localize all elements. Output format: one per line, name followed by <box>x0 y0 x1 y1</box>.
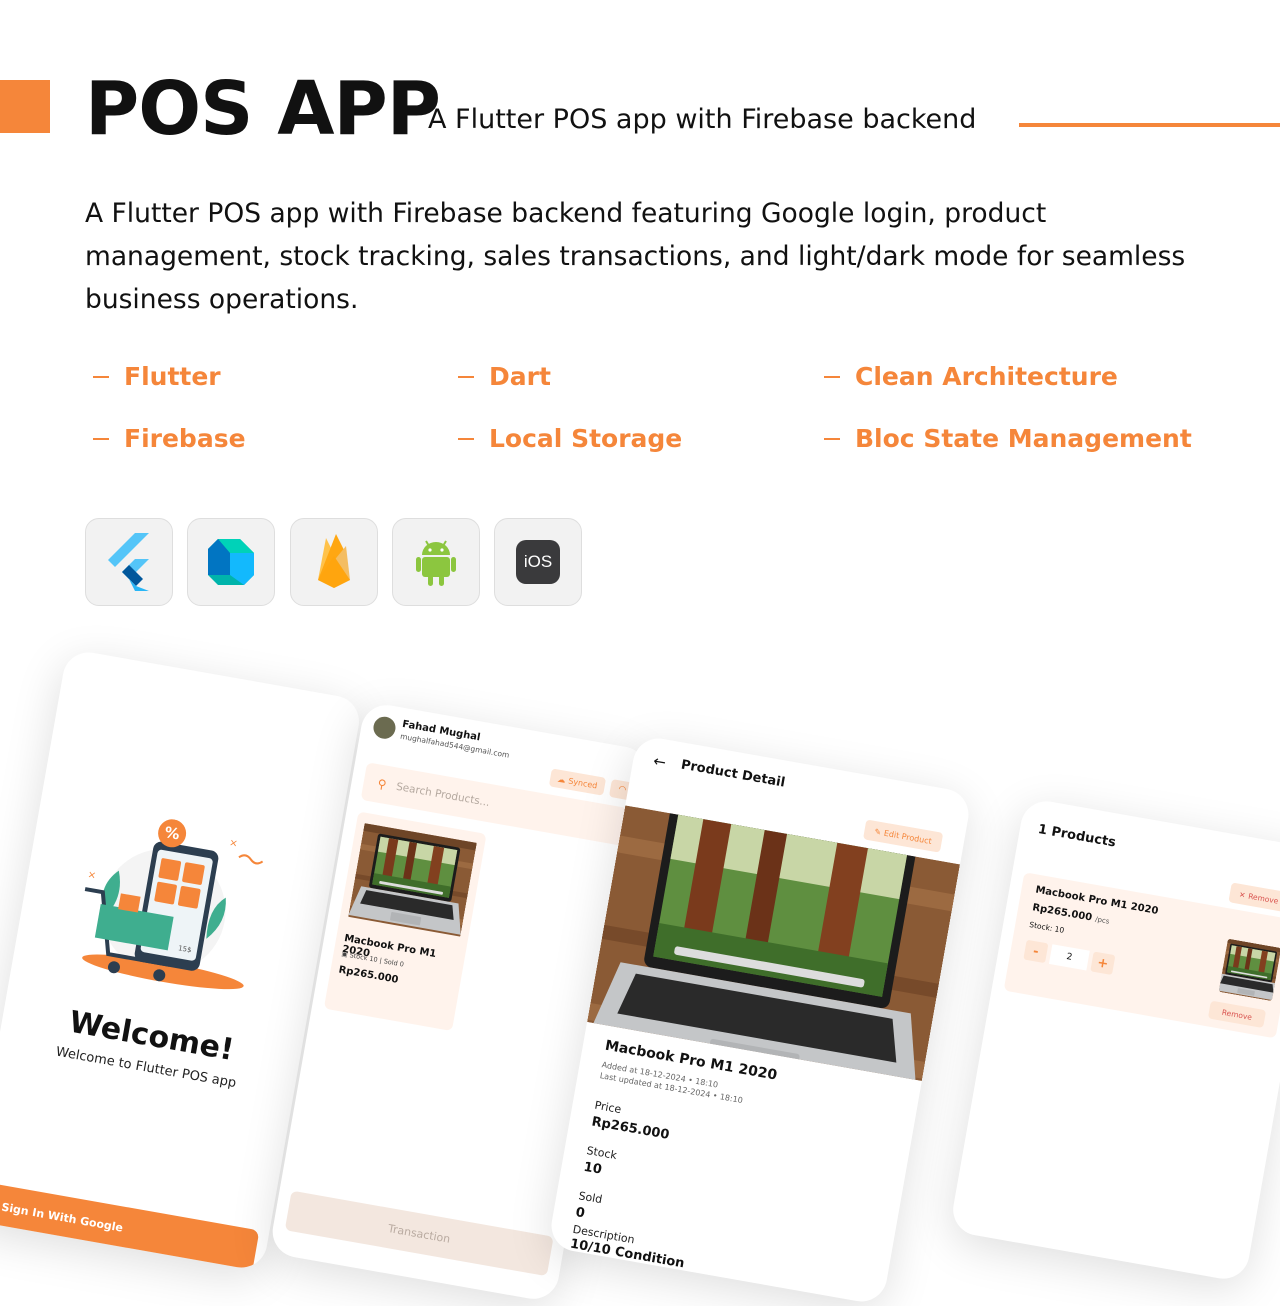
tag-dart: Dart <box>458 362 551 391</box>
cart-item-price-value: Rp265.000 <box>1031 902 1093 924</box>
edit-icon: ✎ <box>873 826 882 837</box>
price-label: Price <box>593 1098 623 1117</box>
sold-label: Sold <box>577 1189 604 1207</box>
percent-badge: % <box>163 823 181 843</box>
decrease-quantity-button[interactable]: - <box>1023 939 1049 964</box>
ios-icon: iOS <box>516 540 560 584</box>
synced-label: Synced <box>567 776 599 790</box>
stock-label: Stock <box>585 1143 618 1163</box>
sign-in-google-button[interactable]: Sign In With Google <box>0 1181 260 1272</box>
tag-bloc-state-management: Bloc State Management <box>824 424 1192 453</box>
dash-icon <box>458 437 474 440</box>
dart-icon <box>208 539 254 585</box>
tag-label: Clean Architecture <box>855 362 1118 391</box>
title-rule <box>1019 123 1280 127</box>
product-price: Rp265.000 <box>337 964 400 986</box>
tag-clean-architecture: Clean Architecture <box>824 362 1118 391</box>
tag-label: Bloc State Management <box>855 424 1192 453</box>
tag-flutter: Flutter <box>93 362 221 391</box>
edit-product-button[interactable]: ✎ Edit Product <box>862 819 944 853</box>
page-description: A Flutter POS app with Firebase backend … <box>85 198 1186 315</box>
tech-ios: iOS <box>494 518 582 606</box>
price-value: Rp265.000 <box>590 1114 671 1143</box>
cart-item-image <box>1219 939 1280 1002</box>
cloud-icon: ☁ <box>556 774 567 785</box>
svg-text:×: × <box>228 837 238 849</box>
tag-label: Local Storage <box>489 424 683 453</box>
tech-dart <box>187 518 275 606</box>
tag-label: Dart <box>489 362 551 391</box>
page-subtitle: A Flutter POS app with Firebase backend <box>428 104 977 135</box>
cart-screen: 1 Products ✕Remove All Macbook Pro M1 20… <box>949 797 1280 1283</box>
tag-label: Flutter <box>124 362 221 391</box>
edit-product-label: Edit Product <box>883 828 933 846</box>
dash-icon <box>824 375 840 378</box>
firebase-icon <box>318 534 350 588</box>
sold-value: 0 <box>574 1205 586 1222</box>
product-photo <box>587 805 960 1081</box>
accent-square <box>0 80 50 133</box>
dash-icon <box>93 375 109 378</box>
detail-title: Product Detail <box>679 757 787 791</box>
tag-local-storage: Local Storage <box>458 424 682 453</box>
page-title: POS APP <box>85 66 441 152</box>
close-icon: ✕ <box>1238 889 1247 900</box>
search-placeholder: Search Products... <box>395 780 491 810</box>
product-image <box>348 821 478 939</box>
flutter-icon <box>108 533 149 591</box>
shopping-illustration: % 15$ × × <box>82 819 264 990</box>
quantity-field[interactable]: 2 <box>1048 944 1090 971</box>
tech-flutter <box>85 518 173 606</box>
tech-firebase <box>290 518 378 606</box>
plus-icon: + <box>1096 954 1110 972</box>
remove-item-button[interactable]: Remove <box>1207 1000 1267 1029</box>
dash-icon <box>93 437 109 440</box>
tag-firebase: Firebase <box>93 424 246 453</box>
avatar[interactable] <box>371 714 398 741</box>
increase-quantity-button[interactable]: + <box>1090 951 1116 976</box>
wifi-icon: ◠ <box>617 784 628 796</box>
remove-all-label: Remove All <box>1247 891 1280 907</box>
transaction-button[interactable]: Transaction <box>284 1190 554 1277</box>
android-icon <box>416 540 456 586</box>
dash-icon <box>458 375 474 378</box>
tech-android <box>392 518 480 606</box>
cart-item-stock: Stock: 10 <box>1028 919 1065 935</box>
tag-label: Firebase <box>124 424 246 453</box>
stock-value: 10 <box>582 1159 603 1178</box>
product-card[interactable]: Macbook Pro M1 2020 ▣ Stock 10 | Sold 0 … <box>323 811 487 1032</box>
svg-text:×: × <box>87 869 97 881</box>
cart-title: 1 Products <box>1036 822 1117 851</box>
minus-icon: - <box>1031 943 1040 960</box>
ios-label: iOS <box>523 552 553 571</box>
synced-badge[interactable]: ☁ Synced <box>548 768 607 796</box>
dash-icon <box>824 437 840 440</box>
back-arrow-icon[interactable]: ← <box>652 752 668 772</box>
search-icon: ⚲ <box>376 776 388 792</box>
cart-item-unit: /pcs <box>1094 915 1111 926</box>
